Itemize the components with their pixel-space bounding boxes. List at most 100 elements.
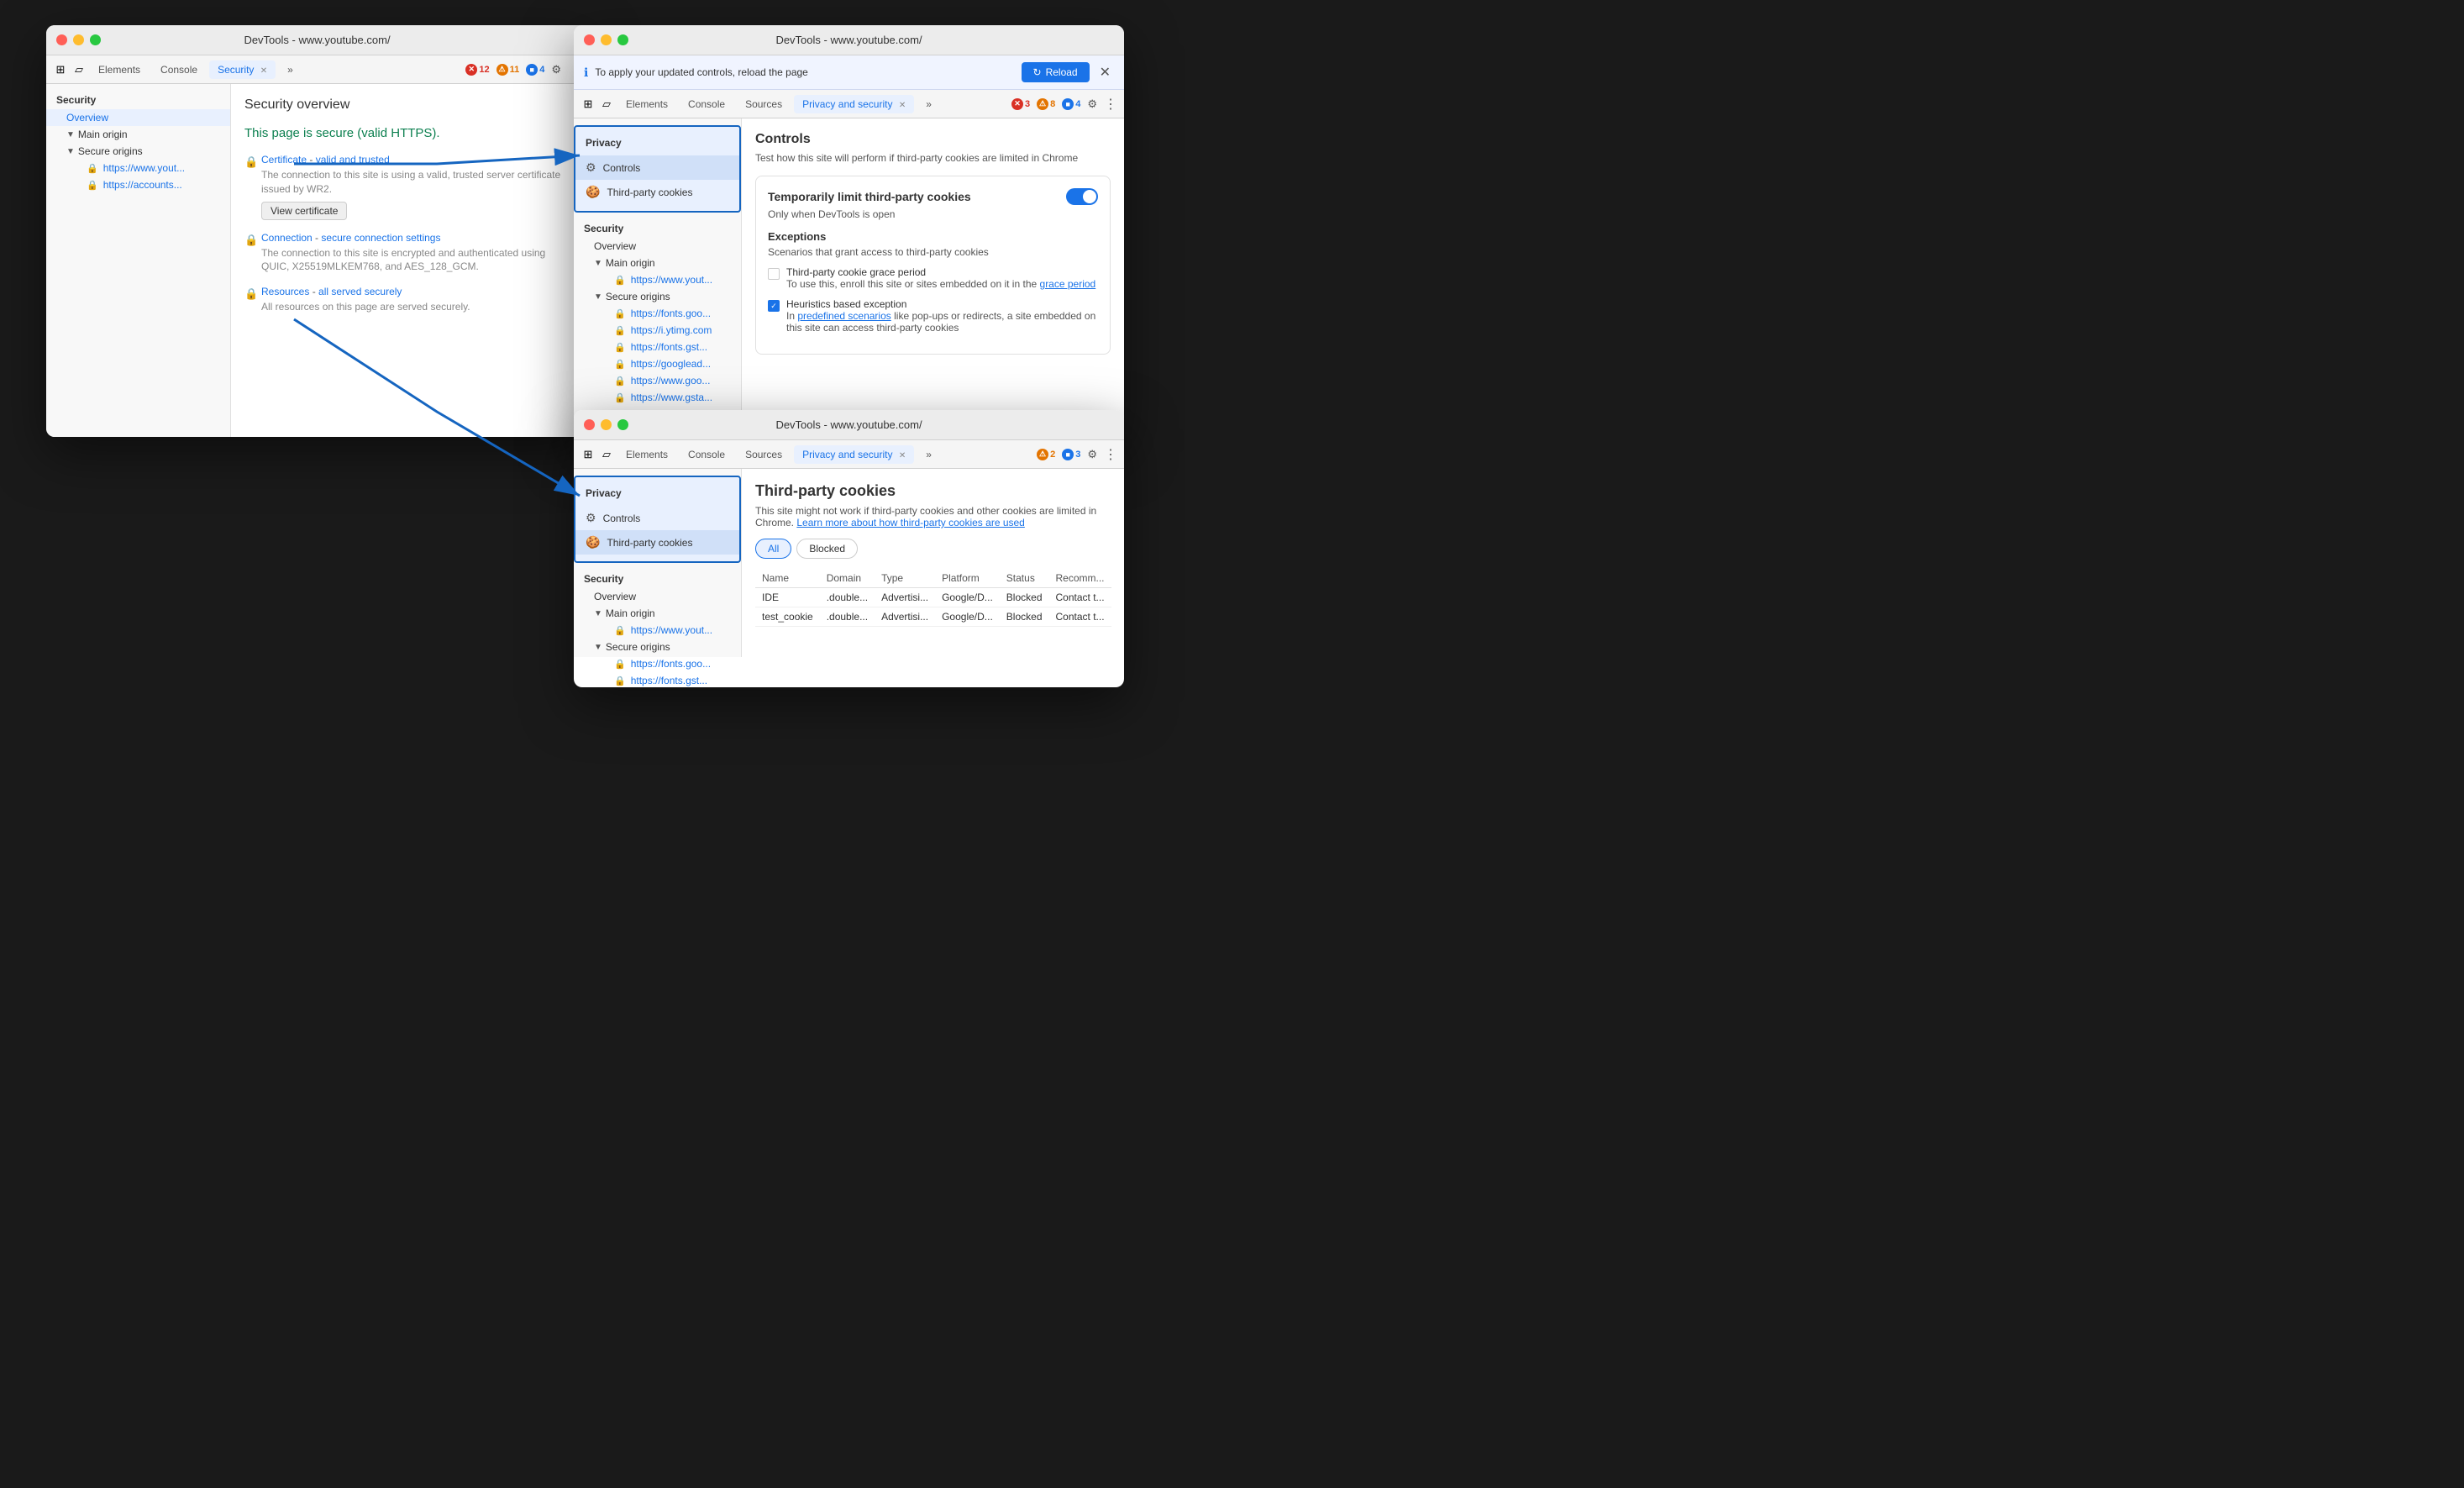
grace-period-link[interactable]: grace period bbox=[1040, 278, 1096, 290]
privacy-item-controls-2[interactable]: ⚙ Controls bbox=[575, 155, 739, 180]
tab-close-security-1[interactable]: ✕ bbox=[260, 66, 267, 76]
maximize-button-2[interactable] bbox=[617, 34, 628, 45]
tab-more-3[interactable]: » bbox=[917, 445, 940, 464]
sidebar-fonts-gst-2[interactable]: 🔒 https://fonts.gst... bbox=[574, 339, 741, 355]
td-recomm-2: Contact t... bbox=[1049, 607, 1111, 627]
sidebar-secure-origins-2[interactable]: ▼ Secure origins bbox=[574, 288, 741, 305]
td-domain-1: .double... bbox=[820, 588, 875, 607]
tab-close-privacy-3[interactable]: ✕ bbox=[899, 451, 906, 460]
tab-privacy-security-2[interactable]: Privacy and security ✕ bbox=[794, 95, 914, 113]
device-icon-3: ▱ bbox=[599, 447, 614, 462]
checkbox-heuristics-2[interactable]: ✓ bbox=[768, 300, 780, 312]
minimize-button-1[interactable] bbox=[73, 34, 84, 45]
settings-icon-2[interactable]: ⚙ bbox=[1087, 97, 1097, 111]
tab-sources-2[interactable]: Sources bbox=[737, 95, 791, 113]
more-icon-2[interactable]: ⋮ bbox=[1104, 96, 1117, 113]
tab-console-1[interactable]: Console bbox=[152, 60, 206, 79]
sidebar-secure-origins-3[interactable]: ▼ Secure origins bbox=[574, 639, 741, 655]
controls-panel-2: Controls Test how this site will perform… bbox=[742, 118, 1124, 437]
sidebar-ytimg-2[interactable]: 🔒 https://i.ytimg.com bbox=[574, 322, 741, 339]
gear-icon-controls-3: ⚙ bbox=[586, 511, 596, 525]
reload-button[interactable]: ↻ Reload bbox=[1022, 62, 1090, 82]
tab-sources-3[interactable]: Sources bbox=[737, 445, 791, 464]
security-sidebar-3: Security Overview ▼ Main origin 🔒 https:… bbox=[574, 563, 741, 687]
sidebar-youtube-3[interactable]: 🔒 https://www.yout... bbox=[574, 622, 741, 639]
lock-fontsgst-2: 🔒 bbox=[614, 342, 626, 353]
sidebar-googlewww-2[interactable]: 🔒 https://www.goo... bbox=[574, 372, 741, 389]
minimize-button-2[interactable] bbox=[601, 34, 612, 45]
inspector-icon-2: ⊞ bbox=[581, 97, 596, 112]
maximize-button-1[interactable] bbox=[90, 34, 101, 45]
more-icon-3[interactable]: ⋮ bbox=[1104, 446, 1117, 463]
badge-info-1: ■ 4 bbox=[526, 64, 544, 76]
close-button-3[interactable] bbox=[584, 419, 595, 430]
cookie-icon-tpc-3: 🍪 bbox=[586, 535, 600, 549]
titlebar-title-2: DevTools - www.youtube.com/ bbox=[775, 34, 922, 46]
sidebar-group-secure-origins-1[interactable]: ▼ Secure origins bbox=[46, 143, 230, 160]
tpc-learn-more-link[interactable]: Learn more about how third-party cookies… bbox=[796, 517, 1024, 528]
sidebar-group-main-origin-1[interactable]: ▼ Main origin bbox=[46, 126, 230, 143]
td-status-1: Blocked bbox=[1000, 588, 1049, 607]
tab-console-3[interactable]: Console bbox=[680, 445, 733, 464]
view-cert-button[interactable]: View certificate bbox=[261, 202, 347, 220]
tab-elements-1[interactable]: Elements bbox=[90, 60, 149, 79]
badges-1: ✕ 12 ⚠ 11 ■ 4 ⚙ ⋮ bbox=[465, 61, 581, 78]
info-icon-3: ■ bbox=[1062, 449, 1074, 460]
sidebar-gsta-2[interactable]: 🔒 https://www.gsta... bbox=[574, 389, 741, 406]
sidebar-youtube-2[interactable]: 🔒 https://www.yout... bbox=[574, 271, 741, 288]
sidebar-googlead-2[interactable]: 🔒 https://googlead... bbox=[574, 355, 741, 372]
lock-icon-conn: 🔒 bbox=[244, 234, 258, 247]
sidebar-item-youtube-1[interactable]: 🔒 https://www.yout... bbox=[46, 160, 230, 176]
privacy-panel-3: Privacy ⚙ Controls 🍪 Third-party cookies bbox=[574, 476, 741, 563]
titlebar-title-1: DevTools - www.youtube.com/ bbox=[244, 34, 390, 46]
tpc-table-header: Name Domain Type Platform Status Recomm.… bbox=[755, 569, 1111, 588]
maximize-button-3[interactable] bbox=[617, 419, 628, 430]
tab-more-2[interactable]: » bbox=[917, 95, 940, 113]
privacy-section-title-2: Privacy bbox=[575, 134, 739, 155]
tab-security-1[interactable]: Security ✕ bbox=[209, 60, 276, 79]
close-button-1[interactable] bbox=[56, 34, 67, 45]
lock-googlead-2: 🔒 bbox=[614, 359, 626, 370]
privacy-item-tpc-2[interactable]: 🍪 Third-party cookies bbox=[575, 180, 739, 204]
sidebar-fonts-gst-3[interactable]: 🔒 https://fonts.gst... bbox=[574, 672, 741, 687]
privacy-item-tpc-3[interactable]: 🍪 Third-party cookies bbox=[575, 530, 739, 555]
badge-warning-3: ⚠ 2 bbox=[1037, 449, 1055, 460]
sidebar-item-accounts-1[interactable]: 🔒 https://accounts... bbox=[46, 176, 230, 193]
tab-elements-3[interactable]: Elements bbox=[617, 445, 676, 464]
warning-icon-1: ⚠ bbox=[496, 64, 508, 76]
info-row-certificate: 🔒 Certificate - valid and trusted The co… bbox=[244, 154, 575, 220]
tab-more-1[interactable]: » bbox=[279, 60, 302, 79]
tpc-tab-blocked[interactable]: Blocked bbox=[796, 539, 858, 559]
toggle-limit-cookies-2[interactable] bbox=[1066, 188, 1098, 205]
device-icon: ▱ bbox=[71, 62, 87, 77]
sidebar-main-origin-3[interactable]: ▼ Main origin bbox=[574, 605, 741, 622]
settings-icon-3[interactable]: ⚙ bbox=[1087, 448, 1097, 461]
checkbox-grace-2[interactable] bbox=[768, 268, 780, 280]
settings-icon-1[interactable]: ⚙ bbox=[551, 63, 561, 76]
tab-privacy-security-3[interactable]: Privacy and security ✕ bbox=[794, 445, 914, 464]
predefined-scenarios-link[interactable]: predefined scenarios bbox=[797, 310, 891, 322]
devtools-tabs-3: ⊞ ▱ Elements Console Sources Privacy and… bbox=[574, 440, 1124, 469]
sidebar-overview-2[interactable]: Overview bbox=[574, 238, 741, 255]
controls-desc-2: Test how this site will perform if third… bbox=[755, 152, 1111, 164]
td-type-1: Advertisi... bbox=[875, 588, 935, 607]
sidebar-overview-3[interactable]: Overview bbox=[574, 588, 741, 605]
section-title-1: Security overview bbox=[244, 97, 575, 113]
tab-close-privacy-2[interactable]: ✕ bbox=[899, 101, 906, 110]
sidebar-fonts-goo-3[interactable]: 🔒 https://fonts.goo... bbox=[574, 655, 741, 672]
exception-item-heuristics-2: ✓ Heuristics based exception In predefin… bbox=[768, 298, 1098, 334]
close-button-2[interactable] bbox=[584, 34, 595, 45]
tab-elements-2[interactable]: Elements bbox=[617, 95, 676, 113]
tab-console-2[interactable]: Console bbox=[680, 95, 733, 113]
tpc-tab-all[interactable]: All bbox=[755, 539, 791, 559]
sidebar-fonts-goo-2[interactable]: 🔒 https://fonts.goo... bbox=[574, 305, 741, 322]
th-recomm: Recomm... bbox=[1049, 569, 1111, 588]
privacy-item-controls-3[interactable]: ⚙ Controls bbox=[575, 506, 739, 530]
sidebar-1: Security Overview ▼ Main origin ▼ Secure… bbox=[46, 84, 231, 437]
minimize-button-3[interactable] bbox=[601, 419, 612, 430]
sidebar-item-overview-1[interactable]: Overview bbox=[46, 109, 230, 126]
sidebar-main-origin-2[interactable]: ▼ Main origin bbox=[574, 255, 741, 271]
notification-close-button[interactable]: ✕ bbox=[1096, 64, 1114, 81]
triangle-main-3: ▼ bbox=[594, 609, 602, 618]
sidebar-2: Privacy ⚙ Controls 🍪 Third-party cookies… bbox=[574, 118, 742, 437]
